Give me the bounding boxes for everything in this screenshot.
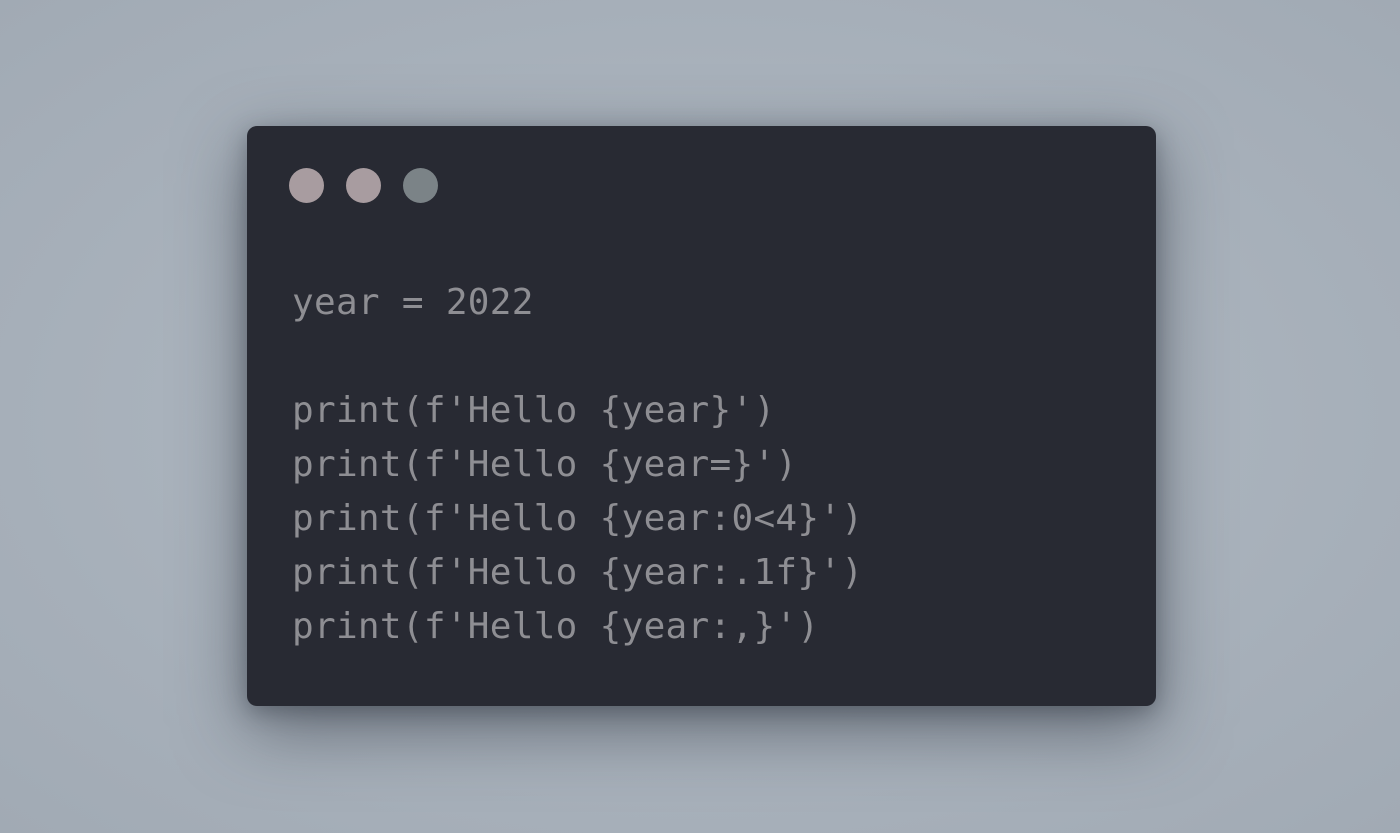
code-line: year = 2022	[292, 282, 534, 323]
code-line: print(f'Hello {year:.1f}')	[292, 552, 864, 593]
code-line: print(f'Hello {year}')	[292, 390, 776, 431]
zoom-dot-icon[interactable]	[403, 168, 438, 203]
code-line: print(f'Hello {year:0<4}')	[292, 498, 864, 539]
code-window: year = 2022 print(f'Hello {year}') print(f…	[247, 126, 1156, 706]
code-line: print(f'Hello {year=}')	[292, 444, 798, 485]
close-dot-icon[interactable]	[289, 168, 324, 203]
code-block: year = 2022 print(f'Hello {year}') print(f…	[292, 276, 863, 654]
minimize-dot-icon[interactable]	[346, 168, 381, 203]
window-controls	[289, 168, 438, 203]
code-line: print(f'Hello {year:,}')	[292, 606, 820, 647]
